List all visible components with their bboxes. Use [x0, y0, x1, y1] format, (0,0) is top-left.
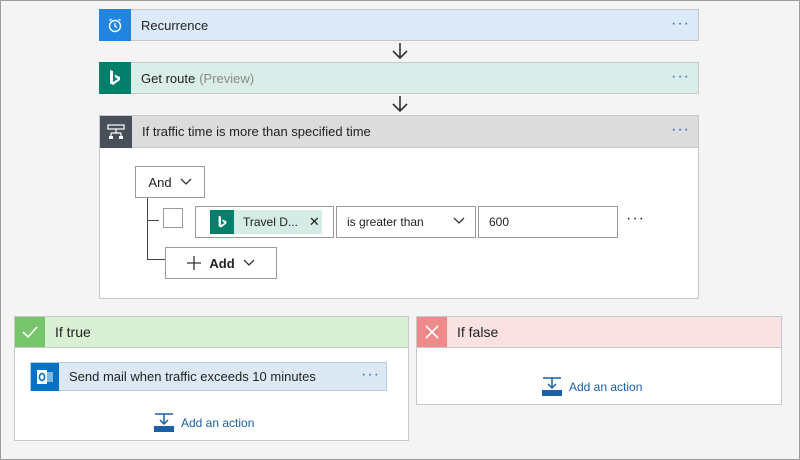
row-checkbox[interactable]: [163, 208, 183, 228]
chevron-down-icon: [243, 259, 255, 266]
left-operand-field[interactable]: Travel D... ✕: [195, 206, 334, 238]
plus-icon: [187, 256, 202, 270]
group-operator-label: And: [148, 174, 172, 190]
close-icon: [417, 317, 447, 347]
chevron-down-icon: [180, 178, 192, 185]
arrow-down-icon: [392, 43, 408, 60]
condition-card: If traffic time is more than specified t…: [99, 115, 699, 299]
operator-dropdown[interactable]: is greater than: [336, 206, 476, 238]
add-action-icon: [542, 377, 562, 396]
arrow-down-icon: [392, 96, 408, 113]
add-action-icon: [154, 413, 174, 432]
add-label: Add: [209, 255, 235, 271]
send-mail-title: Send mail when traffic exceeds 10 minute…: [69, 369, 316, 384]
condition-icon: [100, 115, 132, 148]
tree-line: [147, 198, 148, 260]
recurrence-menu-button[interactable]: ···: [671, 16, 690, 32]
if-false-branch: If false Add an action: [416, 316, 782, 405]
get-route-card[interactable]: Get route (Preview) ···: [99, 61, 699, 94]
row-menu-button[interactable]: ···: [626, 210, 645, 228]
outlook-icon: [31, 362, 59, 391]
chevron-down-icon: [453, 217, 465, 224]
dynamic-content-token[interactable]: Travel D... ✕: [210, 210, 322, 234]
add-action-button[interactable]: Add an action: [153, 413, 254, 433]
add-action-label: Add an action: [569, 380, 643, 394]
condition-title: If traffic time is more than specified t…: [142, 124, 371, 139]
get-route-subtitle: (Preview): [199, 70, 255, 86]
add-action-label: Add an action: [181, 416, 255, 430]
remove-token-icon[interactable]: ✕: [309, 214, 320, 230]
operator-label: is greater than: [347, 215, 424, 229]
if-true-title: If true: [55, 324, 91, 340]
if-false-title: If false: [457, 324, 499, 340]
condition-header[interactable]: If traffic time is more than specified t…: [100, 115, 698, 148]
bing-icon: [210, 210, 234, 234]
get-route-title: Get route (Preview): [141, 70, 255, 86]
condition-menu-button[interactable]: ···: [671, 122, 690, 138]
group-operator-dropdown[interactable]: And: [135, 166, 205, 198]
tree-line: [147, 259, 165, 260]
alarm-clock-icon: [99, 8, 131, 41]
if-false-header[interactable]: If false: [417, 317, 781, 348]
if-true-header[interactable]: If true: [15, 317, 408, 348]
bing-icon: [99, 61, 131, 94]
right-operand-input[interactable]: 600: [478, 206, 618, 238]
recurrence-title: Recurrence: [141, 17, 209, 33]
add-action-button[interactable]: Add an action: [541, 377, 642, 397]
token-label: Travel D...: [243, 215, 298, 229]
checkmark-icon: [15, 317, 45, 347]
if-true-branch: If true Send mail when traffic exceeds 1…: [14, 316, 409, 441]
tree-line: [147, 220, 159, 221]
add-condition-button[interactable]: Add: [165, 247, 277, 279]
send-mail-action-card[interactable]: Send mail when traffic exceeds 10 minute…: [30, 362, 387, 391]
recurrence-card[interactable]: Recurrence ···: [99, 8, 699, 41]
send-mail-menu-button[interactable]: ···: [361, 367, 380, 383]
get-route-menu-button[interactable]: ···: [671, 69, 690, 85]
